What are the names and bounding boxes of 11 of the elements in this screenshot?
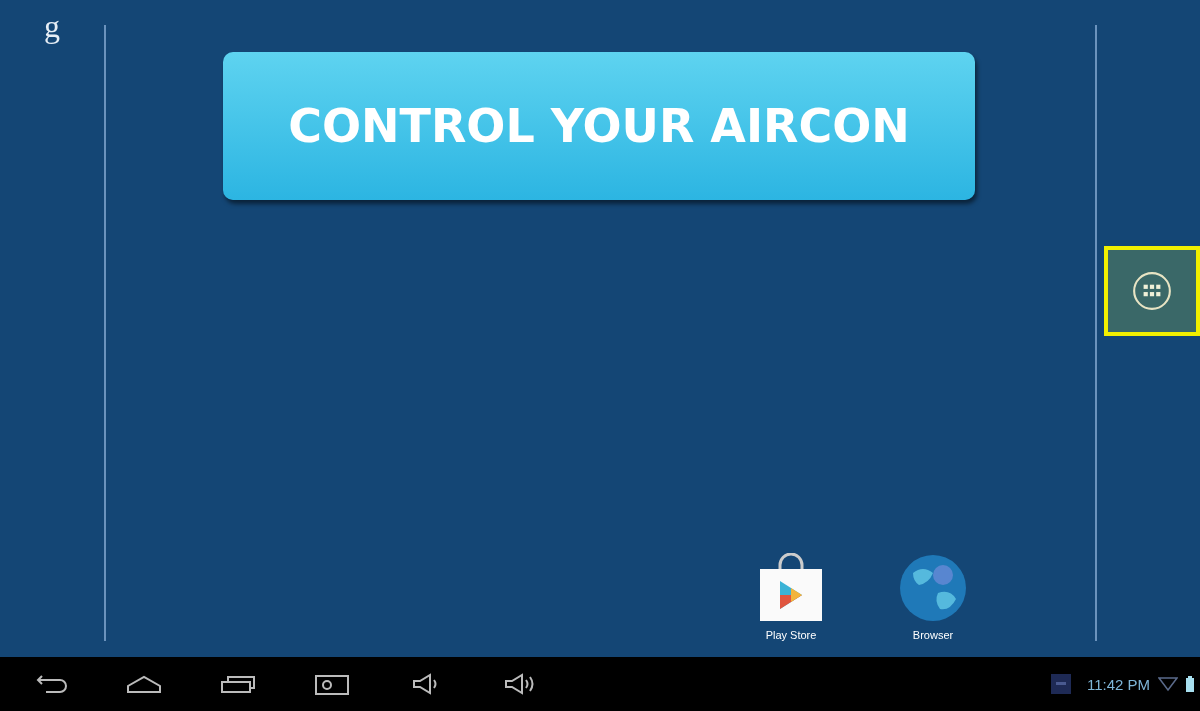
search-button[interactable]: g <box>36 10 68 42</box>
globe-icon[interactable] <box>898 553 968 623</box>
apps-button[interactable] <box>1104 245 1200 336</box>
wifi-icon <box>1158 676 1178 692</box>
camera-icon[interactable] <box>312 672 352 696</box>
app-label: Play Store <box>765 629 817 641</box>
clock-time: 11:42 PM <box>1086 675 1150 693</box>
battery-icon <box>1186 676 1194 692</box>
app-grid-icon <box>1131 269 1173 312</box>
app-label: Browser <box>912 629 954 641</box>
notification-icon[interactable] <box>1050 674 1071 694</box>
